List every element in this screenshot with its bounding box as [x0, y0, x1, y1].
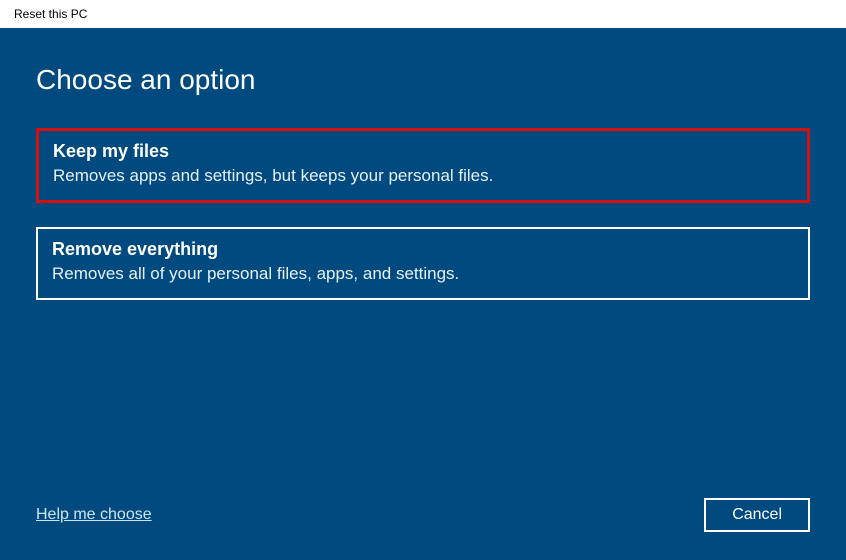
- page-title: Choose an option: [36, 64, 810, 96]
- help-me-choose-link[interactable]: Help me choose: [36, 506, 152, 524]
- window-title-bar: Reset this PC: [0, 0, 846, 28]
- option-description: Removes all of your personal files, apps…: [52, 264, 794, 284]
- main-panel: Choose an option Keep my files Removes a…: [0, 28, 846, 560]
- footer: Help me choose Cancel: [36, 498, 810, 532]
- option-title: Remove everything: [52, 239, 794, 260]
- option-remove-everything[interactable]: Remove everything Removes all of your pe…: [36, 227, 810, 300]
- cancel-button[interactable]: Cancel: [704, 498, 810, 532]
- option-list: Keep my files Removes apps and settings,…: [36, 128, 810, 300]
- option-keep-my-files[interactable]: Keep my files Removes apps and settings,…: [36, 128, 810, 203]
- option-title: Keep my files: [53, 141, 793, 162]
- window-title: Reset this PC: [14, 7, 87, 21]
- option-description: Removes apps and settings, but keeps you…: [53, 166, 793, 186]
